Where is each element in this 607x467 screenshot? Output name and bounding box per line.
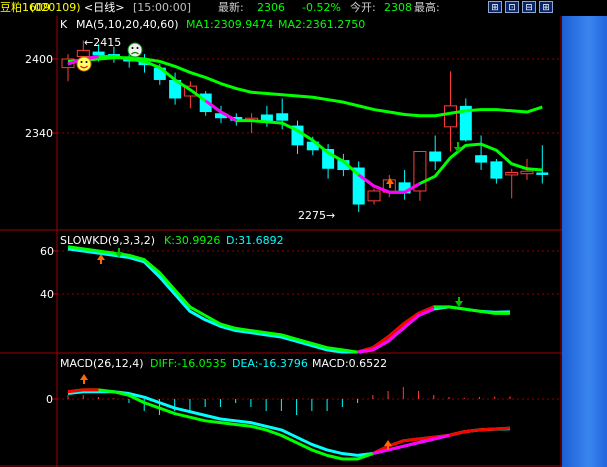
side-panel-strip xyxy=(562,16,607,467)
ma-params-label: MA(5,10,20,40,60) xyxy=(76,18,179,31)
kd-lines xyxy=(67,245,511,354)
macd-dea-value: DEA:-16.3796 xyxy=(232,357,308,370)
minimize-icon[interactable]: ⊟ xyxy=(522,1,536,13)
macd-macd-value: MACD:0.6522 xyxy=(312,357,387,370)
app-window: 豆粕1609 (020109) <日线> [15:00:00] 最新: 2306… xyxy=(0,0,607,467)
candle-body-up xyxy=(76,49,90,58)
candle-body-down xyxy=(490,161,503,179)
quote-header-bar: 豆粕1609 (020109) <日线> [15:00:00] 最新: 2306… xyxy=(0,0,607,16)
candle-body-down xyxy=(536,172,549,175)
sell-arrow-icon xyxy=(454,142,462,153)
candle-body-up xyxy=(520,170,534,175)
kd-d-value: D:31.6892 xyxy=(226,234,284,247)
macd-dea-line xyxy=(67,390,511,457)
kd-tick-label: 40 xyxy=(40,288,54,301)
candle-body-down xyxy=(276,113,289,121)
candle-body-down xyxy=(92,51,105,56)
macd-signals xyxy=(80,374,392,450)
kd-sell-arrow-icon-2 xyxy=(455,297,463,307)
macd-histogram xyxy=(67,387,511,415)
instrument-code: (020109) xyxy=(30,1,81,14)
price-tick-label: 2340 xyxy=(25,127,53,140)
latest-value: 2306 xyxy=(257,1,285,14)
k-label: K xyxy=(60,18,68,31)
slowkd-label: SLOWKD(9,3,3,2) xyxy=(60,234,155,247)
kd-k-line xyxy=(67,245,511,354)
kd-signals xyxy=(97,248,463,307)
maximize-icon[interactable]: ⊞ xyxy=(539,1,553,13)
macd-diff-line xyxy=(67,388,511,461)
price-y-axis: 2400 2340 xyxy=(25,53,57,140)
macd-rising-segment-dea xyxy=(372,433,450,456)
price-tick-label: 2400 xyxy=(25,53,53,66)
kd-panel-header: SLOWKD(9,3,3,2) K:30.9926 D:31.6892 xyxy=(60,234,284,247)
open-label: 今开: xyxy=(350,1,376,14)
time-label: [15:00:00] xyxy=(133,1,191,14)
low-annotation: 2275→ xyxy=(298,209,335,222)
frown-icon xyxy=(127,42,143,58)
macd-diff-value: DIFF:-16.0535 xyxy=(150,357,227,370)
candlesticks xyxy=(61,40,549,212)
kd-k-value: K:30.9926 xyxy=(164,234,220,247)
price-panel-header: K MA(5,10,20,40,60) MA1:2309.9474 MA2:23… xyxy=(60,18,365,31)
kd-buy-arrow-icon xyxy=(97,254,105,264)
ma2-value: MA2:2361.2750 xyxy=(278,18,365,31)
macd-y-axis: 0 xyxy=(46,393,57,406)
candle-body-down xyxy=(429,151,442,162)
high-annotation: ←2415 xyxy=(84,36,121,49)
candle-body-up xyxy=(444,105,457,128)
candle-body-up xyxy=(367,190,381,202)
macd-panel-header: MACD(26,12,4) DIFF:-16.0535 DEA:-16.3796… xyxy=(60,357,387,370)
ma1-value: MA1:2309.9474 xyxy=(186,18,273,31)
macd-label: MACD(26,12,4) xyxy=(60,357,144,370)
latest-label: 最新: xyxy=(218,1,244,14)
macd-tick-label: 0 xyxy=(46,393,53,406)
tile-icon[interactable]: ⊞ xyxy=(488,1,502,13)
kd-y-axis: 60 40 xyxy=(40,245,57,301)
kline-chart-area[interactable]: K MA(5,10,20,40,60) MA1:2309.9474 MA2:23… xyxy=(0,16,562,467)
candle-body-up xyxy=(505,171,519,176)
macd-buy-arrow-icon xyxy=(80,374,88,384)
smile-icon xyxy=(76,56,92,72)
period-label[interactable]: <日线> xyxy=(84,0,124,16)
kd-tick-label: 60 xyxy=(40,245,54,258)
macd-lines xyxy=(67,388,511,461)
candle-body-down xyxy=(475,155,488,163)
open-value: 2308 xyxy=(384,1,412,14)
restore-icon[interactable]: ⊡ xyxy=(505,1,519,13)
change-pct: -0.52% xyxy=(302,1,341,14)
high-label: 最高: xyxy=(414,1,440,14)
